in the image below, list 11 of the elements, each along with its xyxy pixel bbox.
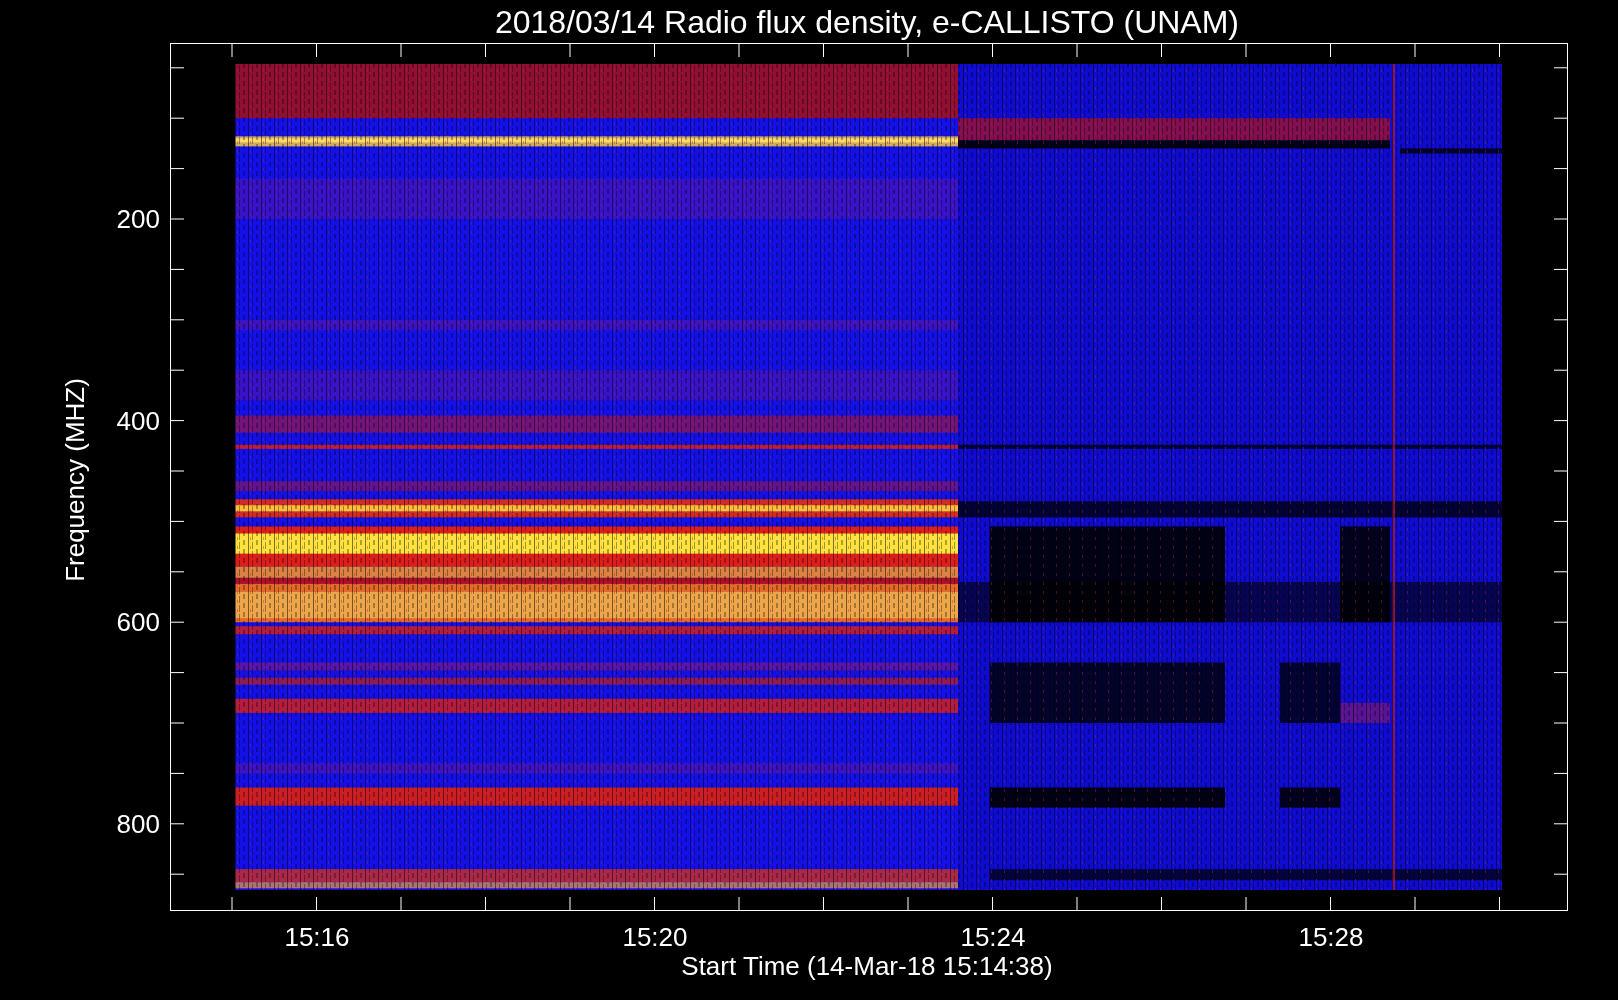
axis-label: Frequency (MHZ) <box>60 378 90 582</box>
tick-label: 15:24 <box>960 922 1026 952</box>
tick-label: 400 <box>116 405 160 436</box>
axis-label: Start Time (14-Mar-18 15:14:38) <box>681 951 1053 981</box>
tick-label: 15:28 <box>1298 922 1364 952</box>
tick-label: 15:20 <box>622 922 688 952</box>
tick-label: 200 <box>116 204 160 234</box>
tick-label: 15:16 <box>284 922 350 952</box>
tick-label: 800 <box>116 808 160 839</box>
tick-label: 600 <box>116 607 160 638</box>
chart-title: 2018/03/14 Radio flux density, e-CALLISTO (UNAM) <box>495 4 1239 40</box>
